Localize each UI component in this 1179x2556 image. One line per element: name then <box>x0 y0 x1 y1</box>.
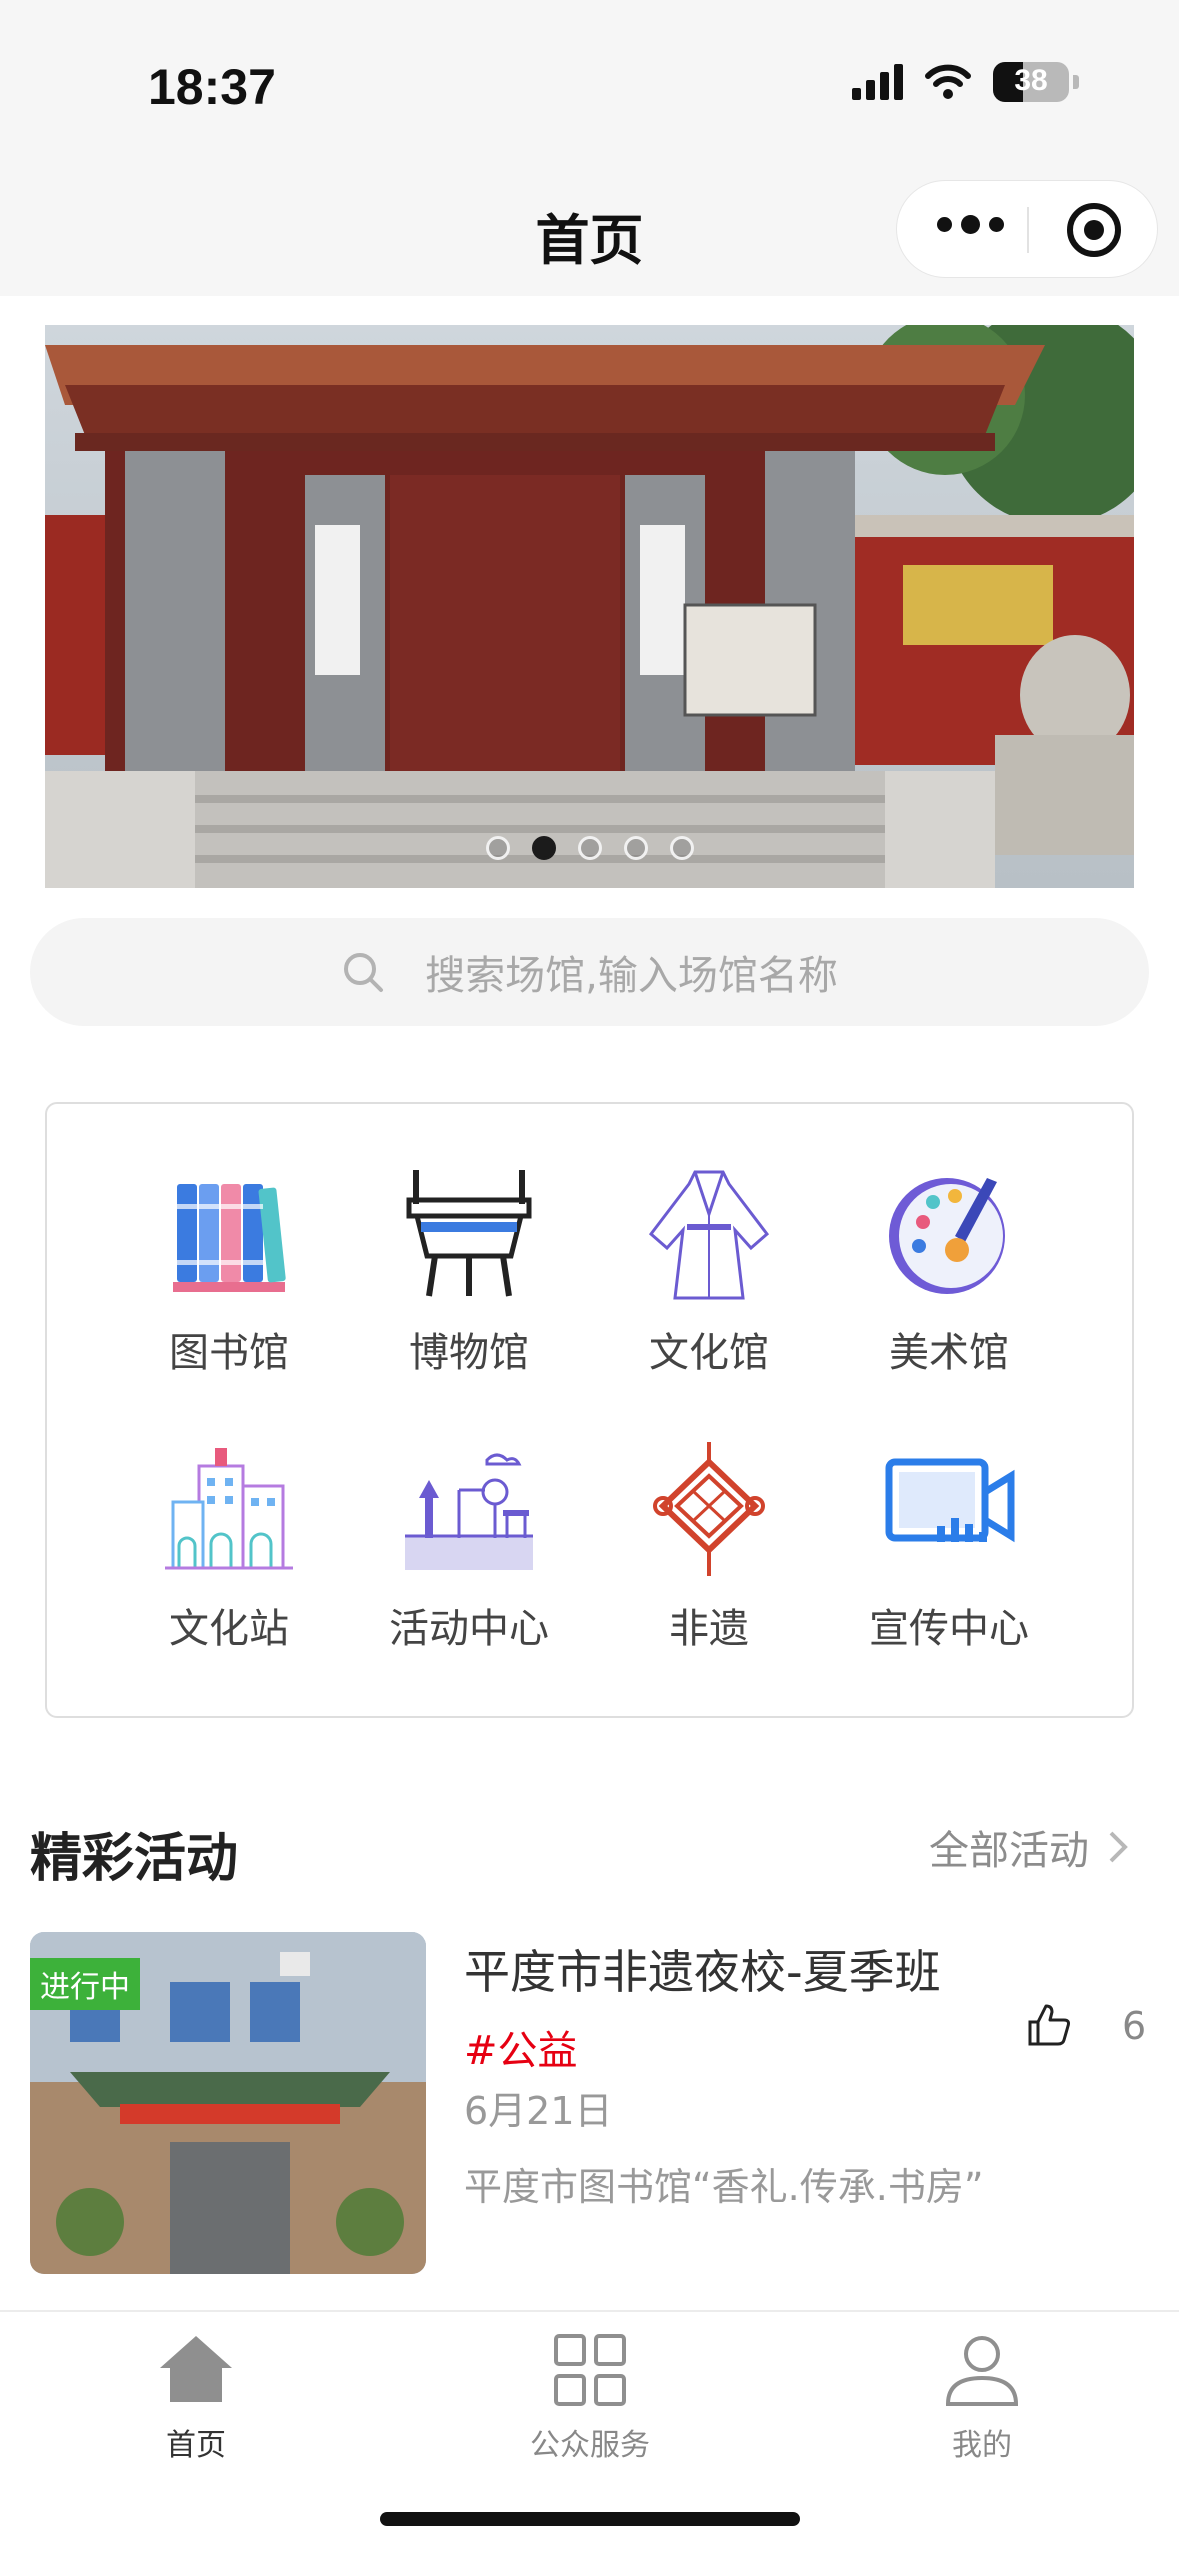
category-art-gallery[interactable]: 美术馆 <box>829 1164 1069 1378</box>
carousel-dot[interactable] <box>623 836 648 860</box>
tab-label: 我的 <box>952 2428 1012 2463</box>
search-input[interactable]: 搜索场馆,输入场馆名称 <box>30 918 1149 1026</box>
section-title: 精彩活动 <box>30 1829 239 1889</box>
all-activities-link[interactable]: 全部活动 <box>929 1818 1129 1876</box>
activity-date: 6月21日 <box>464 2089 613 2133</box>
books-icon <box>173 1184 286 1292</box>
battery-level: 38 <box>1014 64 1048 97</box>
category-label: 文化站 <box>169 1606 289 1652</box>
chevron-right-icon <box>1109 1831 1128 1863</box>
bronze-ding-icon <box>406 1170 532 1297</box>
like-count: 6 <box>1122 2004 1147 2048</box>
chinese-knot-icon <box>653 1442 765 1576</box>
close-miniprogram-icon[interactable] <box>1067 203 1121 257</box>
category-label: 宣传中心 <box>869 1606 1029 1652</box>
banner-image <box>45 325 1134 888</box>
category-intangible-heritage[interactable]: 非遗 <box>589 1440 829 1654</box>
wifi-icon <box>925 64 971 99</box>
status-badge: 进行中 <box>30 1958 140 2010</box>
carousel-dot[interactable] <box>577 836 602 860</box>
video-camera-icon <box>885 1458 1015 1543</box>
category-culture-station[interactable]: 文化站 <box>109 1440 349 1654</box>
battery-icon: 38 <box>993 62 1069 102</box>
search-icon <box>344 953 384 992</box>
category-culture-center[interactable]: 文化馆 <box>589 1164 829 1378</box>
category-label: 图书馆 <box>169 1330 289 1376</box>
tab-public-services[interactable]: 公众服务 <box>490 2330 690 2464</box>
category-grid: 图书馆 博物馆 文化馆 美术馆 文化站 活动中心 非遗 宣传中心 <box>45 1102 1134 1718</box>
tab-profile[interactable]: 我的 <box>882 2330 1082 2464</box>
miniprogram-capsule <box>896 180 1158 278</box>
thumbs-up-icon[interactable] <box>1026 2002 1072 2048</box>
category-museum[interactable]: 博物馆 <box>349 1164 589 1378</box>
tab-home[interactable]: 首页 <box>96 2330 296 2464</box>
carousel-dot[interactable] <box>485 836 510 860</box>
battery-cap <box>1073 75 1079 89</box>
playground-icon <box>405 1453 533 1570</box>
tab-label: 公众服务 <box>530 2428 650 2463</box>
banner-carousel[interactable] <box>45 325 1134 888</box>
status-time: 18:37 <box>148 59 276 115</box>
carousel-dot[interactable] <box>669 836 694 860</box>
category-publicity-center[interactable]: 宣传中心 <box>829 1440 1069 1654</box>
carousel-dot-active[interactable] <box>531 836 556 860</box>
category-activity-center[interactable]: 活动中心 <box>349 1440 589 1654</box>
tab-label: 首页 <box>166 2428 226 2463</box>
all-activities-label: 全部活动 <box>929 1828 1089 1874</box>
category-label: 美术馆 <box>889 1330 1009 1376</box>
paint-palette-icon <box>889 1178 1005 1294</box>
category-label: 文化馆 <box>649 1330 769 1376</box>
top-bar: 18:37 38 首页 <box>0 0 1179 296</box>
hanfu-robe-icon <box>648 1170 770 1300</box>
buildings-icon <box>165 1448 293 1570</box>
category-label: 活动中心 <box>389 1606 549 1652</box>
activity-title: 平度市非遗夜校-夏季班 <box>464 1945 941 1999</box>
search-placeholder: 搜索场馆,输入场馆名称 <box>425 953 838 999</box>
category-label: 博物馆 <box>409 1330 529 1376</box>
capsule-divider <box>1027 207 1029 253</box>
home-icon <box>160 2336 232 2402</box>
category-library[interactable]: 图书馆 <box>109 1164 349 1378</box>
carousel-indicator <box>45 836 1134 860</box>
category-label: 非遗 <box>669 1606 749 1652</box>
status-icons: 38 <box>852 62 1079 102</box>
activity-thumbnail: 进行中 <box>30 1932 426 2274</box>
home-indicator <box>380 2512 800 2526</box>
more-options-icon[interactable] <box>937 215 1004 234</box>
activity-tag: #公益 <box>464 2028 578 2074</box>
user-icon <box>945 2336 1019 2406</box>
grid-icon <box>554 2334 626 2406</box>
cellular-signal-icon <box>852 64 903 100</box>
activity-venue: 平度市图书馆“香礼.传承.书房” <box>464 2165 984 2209</box>
